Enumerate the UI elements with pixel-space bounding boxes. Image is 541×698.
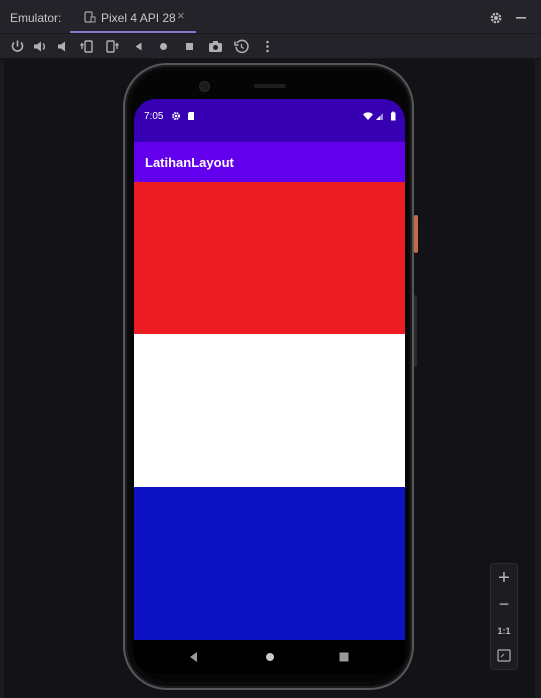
back-icon[interactable] [130,38,147,55]
rotate-left-icon[interactable] [78,38,95,55]
device-screen[interactable]: 7:05 LatihanLayout [134,99,405,673]
status-bar: 7:05 [134,99,405,142]
close-tab-icon[interactable]: × [177,9,185,23]
front-camera [199,81,210,92]
signal-icon [376,113,383,120]
screenshot-icon[interactable] [207,38,224,55]
power-button[interactable] [414,215,418,253]
sd-card-icon [188,112,194,120]
battery-icon [391,111,396,121]
zoom-fit-button[interactable] [491,644,517,668]
device-tab-title: Pixel 4 API 28 [101,11,176,25]
status-time: 7:05 [144,111,164,122]
settings-icon[interactable] [488,10,504,26]
zoom-actual-size-button[interactable]: 1:1 [491,619,517,643]
red-stripe [134,182,405,334]
navigation-bar [134,640,405,673]
device-icon [84,11,96,23]
tool-window-header: Emulator: Pixel 4 API 28 × [0,0,541,34]
active-tab-indicator [70,31,196,33]
volume-up-icon[interactable] [32,38,49,55]
left-edge [0,60,4,698]
minimize-icon[interactable] [513,10,529,26]
settings-icon [172,112,180,120]
earpiece-speaker [254,84,286,88]
volume-button[interactable] [414,295,417,367]
snapshot-icon[interactable] [233,38,250,55]
app-title: LatihanLayout [145,155,234,170]
volume-down-icon[interactable] [55,38,72,55]
more-icon[interactable] [259,38,276,55]
nav-back-icon[interactable] [187,650,201,664]
device-tab[interactable]: Pixel 4 API 28 × [70,0,196,33]
emulator-toolbar [0,34,541,59]
emulator-label: Emulator: [10,11,62,25]
zoom-in-button[interactable]: + [491,566,517,590]
nav-recents-icon[interactable] [337,650,351,664]
blue-stripe [134,487,405,640]
overview-icon[interactable] [181,38,198,55]
fit-screen-icon [497,649,511,662]
zoom-controls: + − 1:1 [490,563,518,670]
app-bar: LatihanLayout [134,142,405,182]
rotate-right-icon[interactable] [104,38,121,55]
zoom-out-button[interactable]: − [491,592,517,616]
home-icon[interactable] [155,38,172,55]
white-stripe [134,334,405,487]
right-edge [535,60,541,698]
nav-home-icon[interactable] [263,650,277,664]
wifi-icon [363,112,373,120]
power-icon[interactable] [9,38,26,55]
